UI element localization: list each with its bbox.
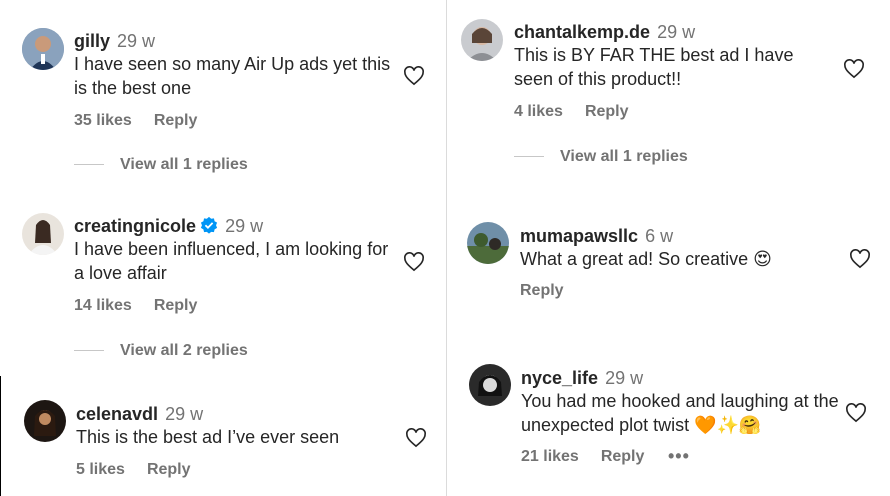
heart-outline-icon[interactable] [405,428,427,448]
timestamp[interactable]: 29 w [225,216,263,236]
avatar[interactable] [461,19,503,61]
reply-button[interactable]: Reply [520,282,564,299]
avatar[interactable] [24,400,66,442]
avatar[interactable] [22,28,64,70]
likes-count[interactable]: 14 likes [74,297,132,314]
username[interactable]: chantalkemp.de [514,22,650,42]
reply-button[interactable]: Reply [147,461,191,478]
view-replies-button[interactable]: View all 1 replies [514,148,688,166]
avatar[interactable] [469,364,511,406]
replies-dash [74,350,104,352]
avatar[interactable] [467,222,509,264]
heart-outline-icon[interactable] [403,66,425,86]
heart-outline-icon[interactable] [843,59,865,79]
view-replies-button[interactable]: View all 1 replies [74,156,248,174]
more-options-icon[interactable]: ••• [668,446,690,467]
comment-text: You had me hooked and laughing at the un… [521,391,839,435]
heart-outline-icon[interactable] [403,252,425,272]
heart-outline-icon[interactable] [845,403,867,423]
verified-badge-icon [200,216,218,234]
username[interactable]: mumapawsllc [520,226,638,246]
reply-button[interactable]: Reply [601,448,645,465]
replies-dash [514,156,544,158]
view-replies-label: View all 1 replies [560,148,688,165]
timestamp[interactable]: 6 w [645,226,673,246]
view-replies-label: View all 2 replies [120,342,248,359]
reply-button[interactable]: Reply [154,112,198,129]
comment-text: This is BY FAR THE best ad I have seen o… [514,45,794,89]
likes-count[interactable]: 21 likes [521,448,579,465]
avatar[interactable] [22,213,64,255]
timestamp[interactable]: 29 w [657,22,695,42]
panel-edge [0,376,1,496]
likes-count[interactable]: 35 likes [74,112,132,129]
comment-text: What a great ad! So creative 😍 [520,249,772,269]
replies-dash [74,164,104,166]
username[interactable]: celenavdl [76,404,158,424]
likes-count[interactable]: 4 likes [514,103,563,120]
reply-button[interactable]: Reply [154,297,198,314]
reply-button[interactable]: Reply [585,103,629,120]
heart-outline-icon[interactable] [849,249,871,269]
timestamp[interactable]: 29 w [605,368,643,388]
timestamp[interactable]: 29 w [117,31,155,51]
username[interactable]: nyce_life [521,368,598,388]
panel-divider [446,0,447,496]
timestamp[interactable]: 29 w [165,404,203,424]
comment-text: This is the best ad I’ve ever seen [76,427,340,447]
likes-count[interactable]: 5 likes [76,461,125,478]
username[interactable]: gilly [74,31,110,51]
comment-text: I have been influenced, I am looking for… [74,239,389,283]
view-replies-button[interactable]: View all 2 replies [74,342,248,360]
username[interactable]: creatingnicole [74,216,196,236]
comment-text: I have seen so many Air Up ads yet this … [74,54,391,98]
view-replies-label: View all 1 replies [120,156,248,173]
